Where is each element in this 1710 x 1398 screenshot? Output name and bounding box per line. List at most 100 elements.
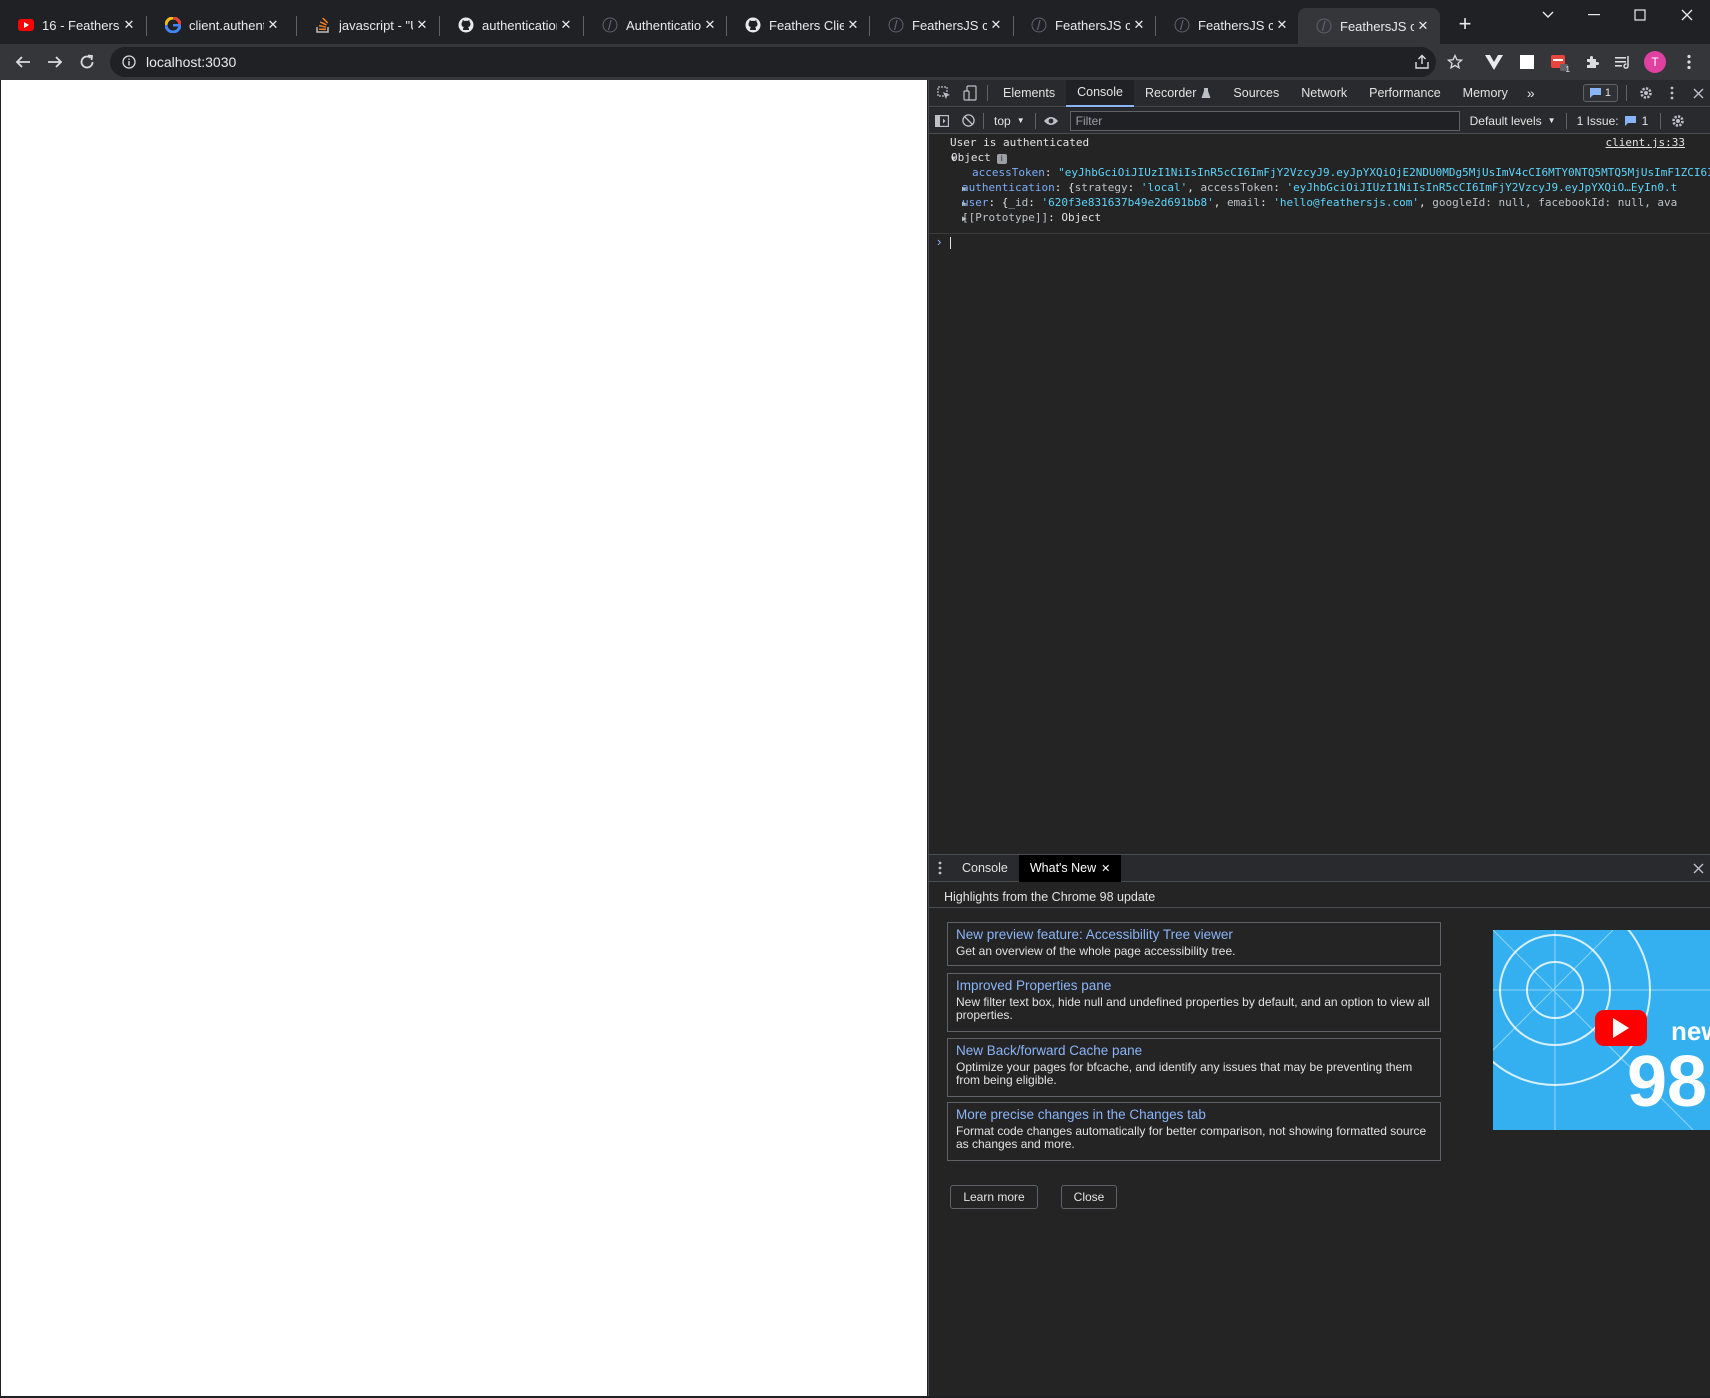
minimize-icon — [1588, 14, 1600, 16]
feature-title[interactable]: More precise changes in the Changes tab — [956, 1106, 1432, 1123]
tab-memory[interactable]: Memory — [1452, 80, 1519, 107]
feature-card[interactable]: New Back/forward Cache pane Optimize you… — [947, 1038, 1441, 1097]
object-property[interactable]: ▶[[Prototype]]: Object — [929, 210, 1710, 225]
back-button[interactable] — [10, 49, 36, 75]
log-levels-dropdown[interactable]: Default levels ▼ — [1462, 114, 1564, 128]
reload-button[interactable] — [74, 49, 100, 75]
info-icon[interactable] — [122, 55, 136, 69]
source-link[interactable]: client.js:33 — [1606, 135, 1685, 150]
console-filter-input[interactable]: Filter — [1069, 110, 1460, 131]
new-tab-button[interactable]: + — [1452, 12, 1478, 38]
kebab-menu-icon — [1687, 54, 1691, 70]
minimize-button[interactable] — [1571, 0, 1617, 30]
clear-icon — [961, 114, 975, 127]
close-tab-icon[interactable]: ✕ — [844, 16, 862, 34]
browser-tab[interactable]: Authentication ✕ — [584, 10, 727, 40]
issues-button[interactable]: 1 Issue: 1 — [1569, 114, 1657, 128]
close-devtools-button[interactable] — [1685, 80, 1710, 107]
device-toolbar-button[interactable] — [957, 80, 983, 107]
info-icon[interactable]: i — [996, 154, 1007, 164]
close-button[interactable]: Close — [1061, 1185, 1117, 1209]
tab-network[interactable]: Network — [1290, 80, 1358, 107]
object-property[interactable]: ▶user: {_id: '620f3e831637b49e2d691bb8',… — [929, 195, 1710, 210]
close-tab-icon[interactable]: ✕ — [413, 16, 431, 34]
live-expression-button[interactable] — [1038, 108, 1064, 134]
close-tab-icon[interactable]: ✕ — [1130, 16, 1148, 34]
console-settings-button[interactable] — [1665, 108, 1691, 134]
drawer-menu-button[interactable] — [929, 855, 951, 882]
close-tab-icon[interactable]: ✕ — [987, 16, 1005, 34]
close-tab-icon[interactable]: ✕ — [701, 16, 719, 34]
tab-recorder[interactable]: Recorder — [1134, 80, 1222, 107]
close-icon[interactable]: ✕ — [1101, 862, 1110, 875]
browser-tab[interactable]: FeathersJS cha ✕ — [1013, 10, 1156, 40]
object-property[interactable]: accessToken: "eyJhbGciOiJIUzI1NiIsInR5cC… — [929, 165, 1710, 180]
eye-icon — [1043, 116, 1058, 125]
youtube-icon — [18, 17, 34, 33]
object-tree-root[interactable]: ▼Object i — [929, 150, 1710, 165]
feature-card[interactable]: More precise changes in the Changes tab … — [947, 1102, 1441, 1161]
devtools-menu-button[interactable] — [1659, 80, 1685, 107]
feature-title[interactable]: New preview feature: Accessibility Tree … — [956, 926, 1432, 943]
close-tab-icon[interactable]: ✕ — [264, 16, 282, 34]
context-selector[interactable]: top ▼ — [986, 114, 1033, 128]
browser-tab[interactable]: 16 - Feathers C ✕ — [0, 10, 146, 40]
object-property[interactable]: ▶authentication: {strategy: 'local', acc… — [929, 180, 1710, 195]
feature-card[interactable]: Improved Properties pane New filter text… — [947, 973, 1441, 1032]
tab-title: Authentication — [626, 17, 701, 33]
forward-button[interactable] — [42, 49, 68, 75]
console-prompt[interactable]: › — [929, 233, 1710, 251]
tab-search-button[interactable] — [1525, 0, 1571, 30]
extensions-menu-button[interactable] — [1580, 50, 1604, 74]
chrome-menu-button[interactable] — [1677, 50, 1701, 74]
toggle-sidebar-button[interactable] — [929, 108, 955, 134]
browser-tab[interactable]: javascript - "Ur ✕ — [297, 10, 439, 40]
feature-card[interactable]: New preview feature: Accessibility Tree … — [947, 922, 1441, 966]
profile-button[interactable]: T — [1643, 50, 1667, 74]
close-drawer-button[interactable] — [1685, 855, 1710, 882]
console-output[interactable]: User is authenticated client.js:33 ▼Obje… — [929, 135, 1710, 934]
avatar: T — [1644, 51, 1666, 73]
learn-more-button[interactable]: Learn more — [950, 1185, 1038, 1209]
close-tab-icon[interactable]: ✕ — [1414, 17, 1432, 35]
clear-console-button[interactable] — [955, 108, 981, 134]
browser-tab[interactable]: authentication ✕ — [440, 10, 583, 40]
feature-title[interactable]: Improved Properties pane — [956, 977, 1432, 994]
extension-button[interactable] — [1515, 50, 1539, 74]
tab-console[interactable]: Console — [1066, 79, 1134, 107]
playlist-icon — [1615, 56, 1629, 69]
browser-toolbar: localhost:3030 1 T — [0, 44, 1710, 80]
whats-new-video-thumbnail[interactable]: new 98 — [1493, 930, 1710, 1130]
console-message[interactable]: User is authenticated client.js:33 — [929, 135, 1710, 150]
arrow-right-icon — [48, 56, 63, 68]
more-tabs-button[interactable]: » — [1519, 80, 1543, 107]
media-control-button[interactable] — [1611, 50, 1635, 74]
messages-badge[interactable]: 1 — [1582, 84, 1618, 102]
feature-title[interactable]: New Back/forward Cache pane — [956, 1042, 1432, 1059]
vue-devtools-extension[interactable] — [1482, 50, 1506, 74]
devtools-settings-button[interactable] — [1633, 80, 1659, 107]
web-page-viewport[interactable] — [1, 80, 927, 1396]
calendar-extension-button[interactable]: 1 — [1547, 50, 1571, 74]
drawer-tab-console[interactable]: Console — [951, 855, 1019, 882]
drawer-tab-whats-new[interactable]: What's New ✕ — [1018, 854, 1122, 882]
close-tab-icon[interactable]: ✕ — [557, 16, 575, 34]
browser-tab[interactable]: client.authentic ✕ — [147, 10, 290, 40]
tab-performance[interactable]: Performance — [1358, 80, 1452, 107]
inspect-element-button[interactable] — [931, 80, 957, 107]
tab-elements[interactable]: Elements — [992, 80, 1066, 107]
property-key: [[Prototype]] — [962, 211, 1049, 224]
issues-count: 1 — [1641, 113, 1649, 128]
tab-sources[interactable]: Sources — [1222, 80, 1290, 107]
close-window-button[interactable] — [1664, 0, 1710, 30]
browser-tab[interactable]: FeathersJS cha ✕ — [1156, 10, 1299, 40]
close-tab-icon[interactable]: ✕ — [1273, 16, 1291, 34]
browser-tab[interactable]: Feathers Client ✕ — [727, 10, 870, 40]
bookmark-button[interactable] — [1443, 50, 1467, 74]
maximize-button[interactable] — [1617, 0, 1663, 30]
browser-tab[interactable]: FeathersJS cha ✕ — [870, 10, 1013, 40]
share-button[interactable] — [1410, 50, 1434, 74]
address-bar[interactable]: localhost:3030 — [110, 47, 1436, 77]
close-tab-icon[interactable]: ✕ — [120, 16, 138, 34]
browser-tab-active[interactable]: FeathersJS cha ✕ — [1298, 8, 1440, 44]
